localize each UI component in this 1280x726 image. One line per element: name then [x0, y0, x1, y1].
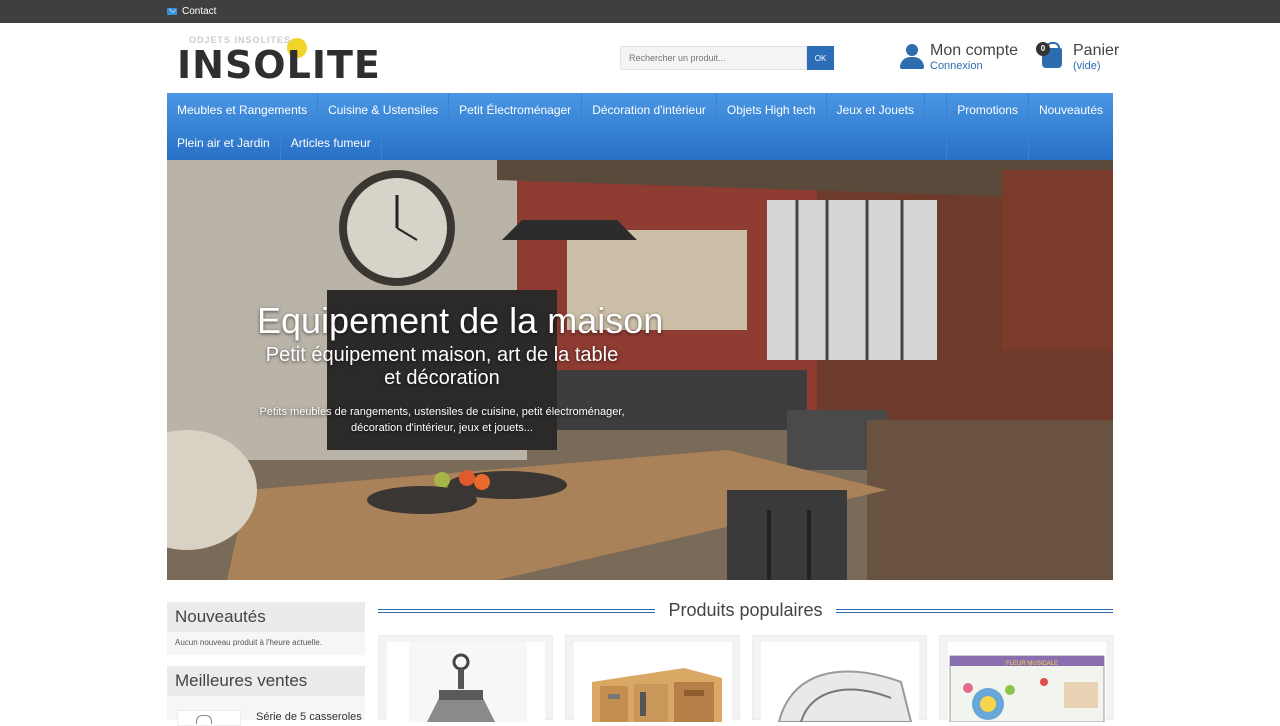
- contact-label: Contact: [182, 6, 217, 17]
- nav-item-promotions[interactable]: Promotions: [947, 93, 1028, 126]
- account-title: Mon compte: [930, 42, 1019, 59]
- new-products-block: Nouveautés Aucun nouveau produit à l'heu…: [167, 602, 365, 655]
- nav-row-2: Plein air et Jardin Articles fumeur: [167, 126, 382, 159]
- cart-status: (vide): [1073, 60, 1101, 72]
- contact-link[interactable]: Contact: [167, 0, 216, 23]
- cart-count-badge: 0: [1036, 42, 1050, 56]
- product-image[interactable]: [761, 642, 919, 722]
- cart-link[interactable]: 0 Panier (vide): [1036, 42, 1120, 76]
- search-button[interactable]: OK: [807, 46, 834, 70]
- product-card[interactable]: [378, 635, 553, 722]
- login-link[interactable]: Connexion: [930, 60, 983, 72]
- popular-products-header: Produits populaires: [378, 599, 1113, 623]
- search-input[interactable]: [620, 46, 807, 70]
- best-seller-thumbnail[interactable]: [177, 710, 241, 726]
- popular-products-title: Produits populaires: [668, 600, 823, 620]
- product-image[interactable]: [574, 642, 732, 722]
- nav-row-1: Meubles et Rangements Cuisine & Ustensil…: [167, 93, 925, 126]
- nav-item-decoration[interactable]: Décoration d'intérieur: [582, 93, 717, 126]
- user-icon: [900, 44, 924, 70]
- hero-slider[interactable]: Equipement de la maison Petit équipement…: [167, 160, 1113, 580]
- hero-description: Petits meubles de rangements, ustensiles…: [259, 406, 625, 434]
- product-box-label: FLEUR MUSICALE: [1006, 661, 1058, 667]
- best-sellers-block: Meilleures ventes Série de 5 casseroles: [167, 666, 365, 726]
- nav-item-jeux[interactable]: Jeux et Jouets: [827, 93, 925, 126]
- product-card[interactable]: [565, 635, 740, 722]
- nav-item-cuisine[interactable]: Cuisine & Ustensiles: [318, 93, 450, 126]
- nav-item-fumeur[interactable]: Articles fumeur: [281, 126, 382, 159]
- nav-item-electromenager[interactable]: Petit Électroménager: [449, 93, 583, 126]
- account-link[interactable]: Mon compte Connexion: [898, 42, 1018, 76]
- best-seller-item[interactable]: Série de 5 casseroles: [177, 706, 362, 726]
- cart-title: Panier: [1073, 42, 1120, 59]
- nav-item-high-tech[interactable]: Objets High tech: [717, 93, 827, 126]
- product-card[interactable]: FLEUR MUSICALE: [939, 635, 1114, 722]
- product-card[interactable]: [752, 635, 927, 722]
- best-seller-name[interactable]: Série de 5 casseroles: [256, 711, 362, 723]
- product-image[interactable]: [387, 642, 545, 722]
- nav-item-plein-air[interactable]: Plein air et Jardin: [167, 126, 281, 159]
- site-logo[interactable]: ODJETS INSOLITES INSOLITE: [177, 35, 380, 84]
- product-image[interactable]: FLEUR MUSICALE: [948, 642, 1106, 722]
- new-products-empty-text: Aucun nouveau produit à l'heure actuelle…: [175, 638, 322, 647]
- hero-title: Equipement de la maison: [257, 300, 664, 341]
- logo-text: INSOLITE: [177, 43, 381, 87]
- main-navigation: Meubles et Rangements Cuisine & Ustensil…: [167, 93, 1113, 160]
- nav-item-nouveautes[interactable]: Nouveautés: [1029, 93, 1113, 126]
- nav-item-meubles[interactable]: Meubles et Rangements: [167, 93, 319, 126]
- new-products-title[interactable]: Nouveautés: [167, 602, 365, 632]
- best-sellers-title[interactable]: Meilleures ventes: [167, 666, 365, 696]
- nav-right-group: Promotions Nouveautés: [946, 93, 1113, 160]
- hero-subtitle: Petit équipement maison, art de la table…: [265, 344, 619, 389]
- envelope-icon: [167, 8, 177, 15]
- top-bar: Contact: [0, 0, 1280, 23]
- search-form: OK: [620, 46, 834, 70]
